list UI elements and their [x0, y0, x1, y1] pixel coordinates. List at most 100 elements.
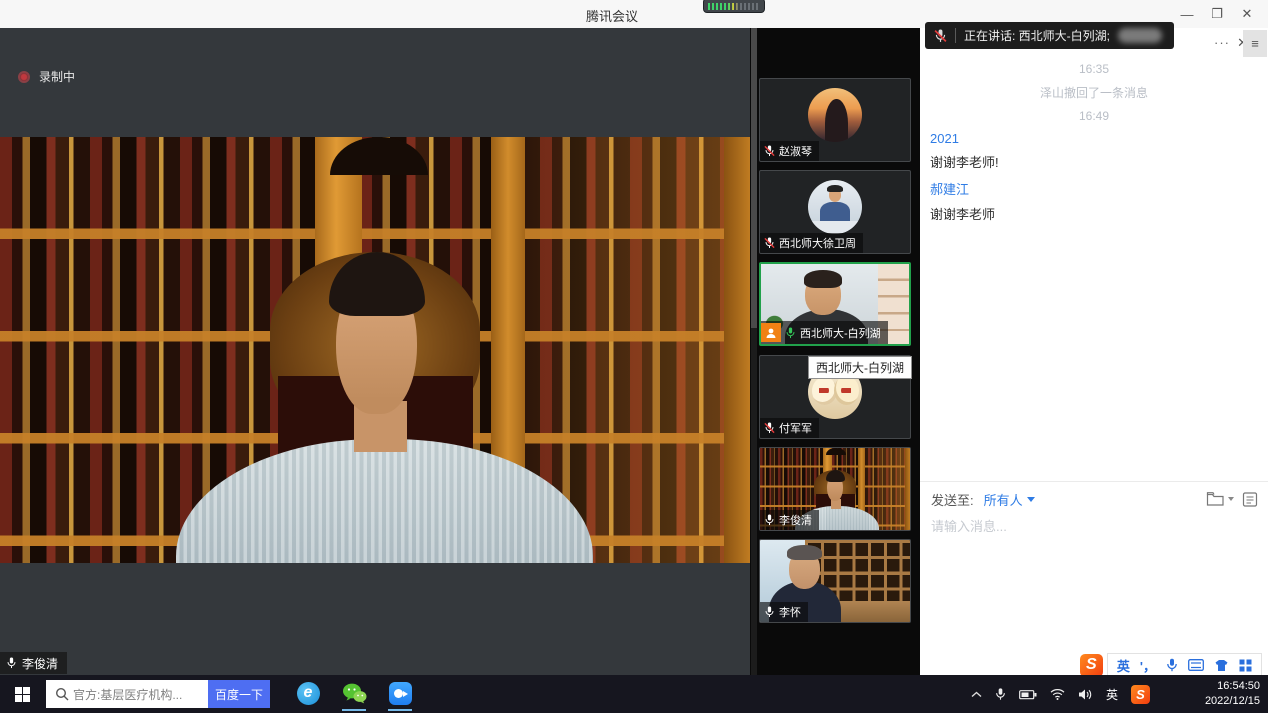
chat-input[interactable]: 请输入消息...	[931, 516, 1007, 535]
participant-tile[interactable]: 赵淑琴	[759, 78, 911, 162]
send-to-selector[interactable]: 所有人	[984, 490, 1035, 509]
chat-timestamp: 16:49	[1079, 109, 1109, 123]
taskbar-search-widget[interactable]: 官方:基层医疗机构... 百度一下	[46, 680, 270, 708]
windows-logo-icon	[15, 687, 30, 702]
tray-ime-language[interactable]: 英	[1106, 686, 1118, 703]
baidu-search-button[interactable]: 百度一下	[208, 680, 270, 708]
tray-volume[interactable]	[1078, 688, 1093, 701]
meeting-window: 录制中 李俊清 赵淑琴	[0, 28, 1268, 675]
chat-timestamp: 16:35	[1079, 62, 1109, 76]
chat-message: 谢谢李老师!	[930, 152, 1260, 171]
folder-icon	[1206, 491, 1225, 507]
recording-indicator: 录制中	[18, 68, 75, 85]
participant-tile[interactable]: 李怀	[759, 539, 911, 623]
recording-label: 录制中	[39, 68, 75, 85]
tray-network[interactable]	[1050, 688, 1065, 700]
composer-divider	[920, 481, 1268, 482]
participant-tile[interactable]: 李俊清	[759, 447, 911, 531]
clock-date: 2022/12/15	[1205, 694, 1260, 709]
mic-muted-icon	[764, 422, 775, 434]
participant-name: 西北师大徐卫周	[779, 235, 856, 251]
chat-message: 谢谢李老师	[930, 204, 1260, 223]
ime-keyboard-icon[interactable]	[1188, 659, 1204, 671]
taskbar-clock[interactable]: 16:54:50 2022/12/15	[1205, 679, 1260, 709]
taskbar-item-wechat[interactable]	[339, 675, 369, 711]
tray-mic[interactable]	[995, 687, 1006, 701]
participant-name: 赵淑琴	[779, 143, 812, 159]
divider	[955, 28, 956, 43]
main-video-stage: 录制中 李俊清	[0, 28, 750, 675]
tray-battery[interactable]	[1019, 689, 1037, 700]
host-badge-icon	[761, 323, 781, 342]
search-input[interactable]: 官方:基层医疗机构...	[73, 686, 191, 703]
mic-muted-icon	[764, 237, 775, 249]
microphone-icon	[995, 687, 1006, 701]
chevron-down-icon	[1027, 497, 1035, 502]
running-indicator	[342, 709, 366, 711]
desktop: { "window": { "title": "腾讯会议", "minimize…	[0, 0, 1268, 713]
main-video[interactable]	[0, 137, 750, 563]
screenshot-icon[interactable]	[1242, 491, 1258, 508]
speaking-banner-text: 正在讲话: 西北师大-白列湖;	[964, 27, 1110, 44]
ime-language-toggle[interactable]: 英	[1117, 656, 1130, 675]
send-to-value: 所有人	[984, 490, 1023, 509]
taskbar-item-meeting[interactable]	[385, 675, 415, 711]
participant-strip: 赵淑琴 西北师大徐卫周 西北师大-白列湖	[750, 28, 920, 675]
mic-muted-icon	[764, 145, 775, 157]
participant-scrollbar[interactable]	[751, 28, 757, 675]
sogou-tray-icon[interactable]: S	[1131, 685, 1150, 704]
tray-expand-chevron[interactable]	[971, 691, 982, 698]
redacted-name-blur	[1118, 28, 1162, 43]
chat-more-button[interactable]: ···	[1214, 35, 1230, 50]
mic-on-icon	[764, 606, 775, 618]
start-button[interactable]	[0, 675, 44, 713]
mic-on-icon	[764, 514, 775, 526]
wifi-icon	[1050, 688, 1065, 700]
speaking-banner: 正在讲话: 西北师大-白列湖;	[925, 22, 1174, 49]
participant-nameplate: 付军军	[760, 418, 819, 438]
chevron-up-icon	[971, 691, 982, 698]
main-speaker-nameplate: 李俊清	[0, 652, 67, 674]
ime-punctuation-toggle[interactable]: '，	[1140, 656, 1156, 675]
participant-name: 西北师大-白列湖	[800, 325, 881, 341]
clock-time: 16:54:50	[1205, 679, 1260, 694]
ime-toolbox-icon[interactable]	[1239, 659, 1252, 672]
battery-icon	[1019, 689, 1037, 700]
participant-tile[interactable]: 西北师大徐卫周	[759, 170, 911, 254]
window-title: 腾讯会议	[586, 6, 638, 25]
participant-name: 李俊清	[779, 512, 812, 528]
file-attach-button[interactable]	[1206, 491, 1234, 507]
mic-on-icon	[6, 657, 17, 669]
participant-nameplate: 李怀	[760, 602, 808, 622]
mic-muted-icon	[934, 29, 947, 43]
chat-sender-name[interactable]: 郝建江	[930, 179, 1260, 198]
speaker-icon	[1078, 688, 1093, 701]
ime-skin-icon[interactable]	[1214, 659, 1229, 672]
panel-menu-button[interactable]: ≡	[1243, 30, 1267, 57]
restore-button[interactable]: ❐	[1202, 6, 1232, 22]
chat-message-list: 16:35 泽山撤回了一条消息 16:49 2021 谢谢李老师! 郝建江 谢谢…	[928, 58, 1260, 227]
running-indicator	[388, 709, 412, 711]
participant-tooltip: 西北师大-白列湖	[808, 356, 912, 379]
mic-active-icon	[785, 327, 796, 339]
participant-nameplate: 赵淑琴	[760, 141, 819, 161]
ime-voice-icon[interactable]	[1166, 658, 1178, 672]
participant-name: 李怀	[779, 604, 801, 620]
participant-nameplate: 李俊清	[760, 510, 819, 530]
chat-sender-name[interactable]: 2021	[930, 131, 1260, 146]
close-button[interactable]: ✕	[1232, 6, 1262, 22]
taskbar-item-ie[interactable]: e	[293, 675, 323, 711]
windows-taskbar: 官方:基层医疗机构... 百度一下 e	[0, 675, 1268, 713]
chevron-down-icon	[1228, 497, 1234, 501]
avatar	[808, 180, 862, 234]
participant-tile-speaking[interactable]: 西北师大-白列湖	[759, 262, 911, 346]
avatar	[808, 88, 862, 142]
chat-recall-notice: 泽山撤回了一条消息	[1040, 84, 1148, 101]
ie-browser-icon: e	[297, 682, 320, 705]
minimize-button[interactable]: —	[1172, 7, 1202, 22]
system-tray: 英 S	[971, 675, 1150, 713]
chat-panel: ··· ✕ ≡ 16:35 泽山撤回了一条消息 16:49 2021 谢谢李老师…	[920, 28, 1268, 675]
send-to-label: 发送至:	[931, 490, 974, 509]
audio-level-meter	[703, 0, 765, 13]
sogou-logo-icon[interactable]: S	[1080, 654, 1103, 677]
